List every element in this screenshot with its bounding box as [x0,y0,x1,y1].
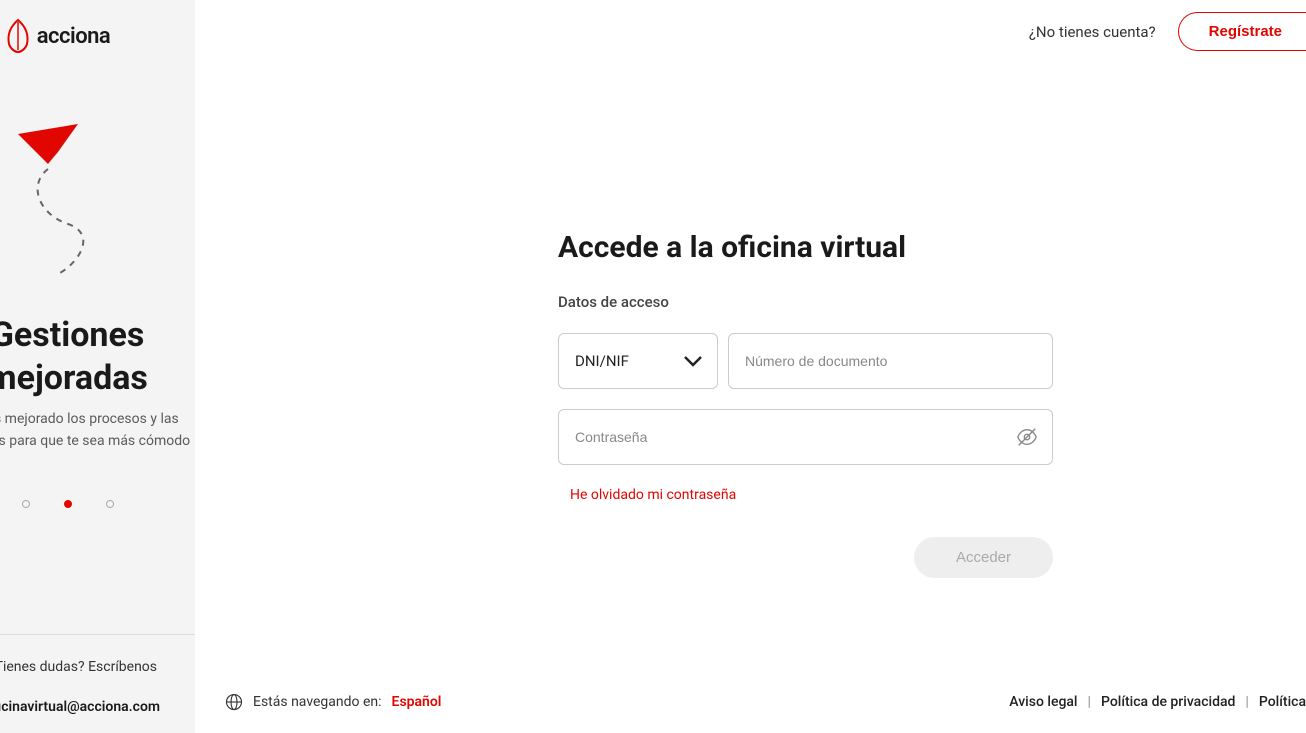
cookies-link[interactable]: Política [1259,694,1306,710]
slide-description: Hemos mejorado los procesos y las gestio… [0,409,195,452]
help-email[interactable]: oficinavirtual@acciona.com [0,699,195,715]
password-field-wrap [558,409,1053,465]
divider [0,634,195,635]
register-button[interactable]: Regístrate [1178,12,1306,51]
carousel-dot-2[interactable] [64,500,72,508]
doc-type-select[interactable]: DNI/NIF [558,333,718,389]
doc-number-input[interactable] [745,353,1036,369]
help-text: ¿Tienes dudas? Escríbenos [0,659,195,675]
globe-icon [225,693,243,711]
brand-logo[interactable]: acciona [5,18,111,54]
slide-title: Gestiones mejoradas [0,314,195,399]
browsing-label: Estás navegando en: [253,694,382,710]
footer-right: Aviso legal | Política de privacidad | P… [1009,694,1306,710]
doc-type-label: DNI/NIF [575,352,629,370]
carousel-dots [22,500,114,508]
separator: | [1245,694,1248,710]
page-title: Accede a la oficina virtual [558,230,1053,265]
brand-text: acciona [37,24,111,49]
legal-link[interactable]: Aviso legal [1009,694,1077,710]
separator: | [1088,694,1091,710]
footer: Estás navegando en: Español Aviso legal … [225,693,1306,711]
footer-left: Estás navegando en: Español [225,693,441,711]
header: ¿No tienes cuenta? Regístrate [1029,12,1306,51]
doc-number-field-wrap [728,333,1053,389]
sidebar: acciona Gestiones mejoradas Hemos mejora… [0,0,195,733]
eye-off-icon[interactable] [1016,426,1038,448]
login-form: Accede a la oficina virtual Datos de acc… [558,230,1053,578]
help-section: ¿Tienes dudas? Escríbenos oficinavirtual… [0,634,195,733]
language-selector[interactable]: Español [392,694,442,710]
paper-plane-icon [8,114,168,284]
submit-button[interactable]: Acceder [914,537,1053,578]
password-input[interactable] [575,429,1036,445]
chevron-down-icon [683,355,703,367]
form-subtitle: Datos de acceso [558,293,1053,311]
privacy-link[interactable]: Política de privacidad [1101,694,1235,710]
carousel-dot-3[interactable] [106,500,114,508]
carousel-dot-1[interactable] [22,500,30,508]
no-account-text: ¿No tienes cuenta? [1029,23,1156,41]
leaf-icon [5,18,31,54]
forgot-password-link[interactable]: He olvidado mi contraseña [570,487,1053,503]
